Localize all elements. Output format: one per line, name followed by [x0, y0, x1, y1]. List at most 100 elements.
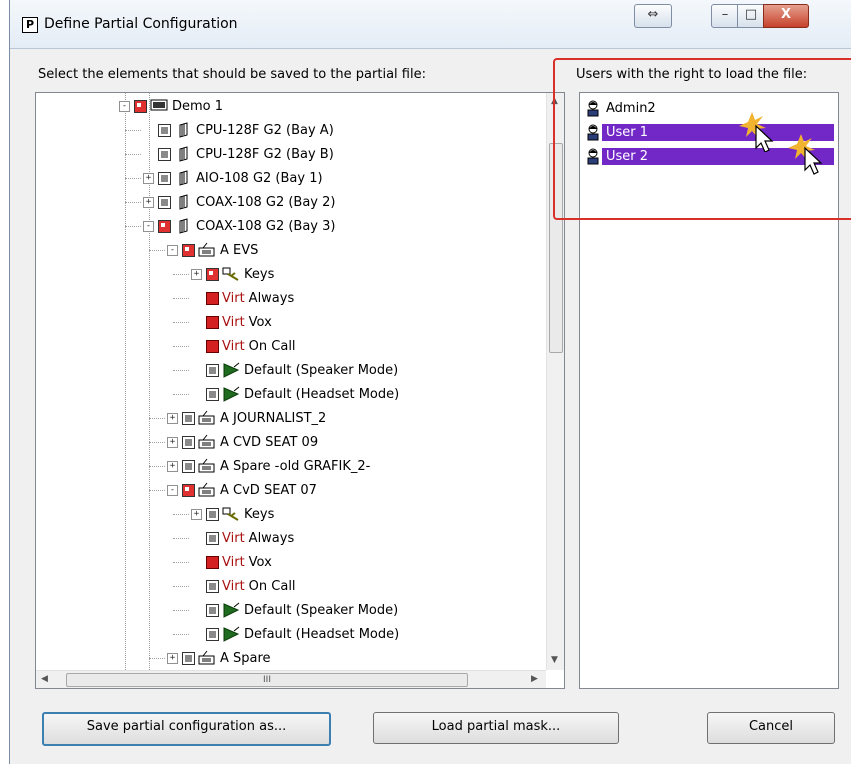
tree-item-label: CPU-128F G2 (Bay B) [196, 146, 334, 162]
expand-icon[interactable]: + [143, 196, 154, 208]
horizontal-scroll-thumb[interactable]: III [66, 673, 468, 687]
tree-checkbox[interactable] [206, 363, 219, 377]
element-tree[interactable]: - Demo 1 CPU-128F G2 (Bay A) CPU-128F G2 (B… [35, 92, 565, 689]
tree-row[interactable]: + A JOURNALIST_2 [167, 406, 326, 430]
tree-item-label: A Spare -old GRAFIK_2- [220, 458, 371, 474]
tree-row[interactable]: + A Spare [167, 646, 271, 670]
close-button[interactable]: X [763, 4, 809, 28]
tree-connector [173, 538, 189, 539]
tree-row[interactable]: Virt Always [191, 526, 294, 550]
tree-connector [125, 202, 141, 203]
tree-row[interactable]: CPU-128F G2 (Bay B) [143, 142, 334, 166]
tree-area[interactable]: - Demo 1 CPU-128F G2 (Bay A) CPU-128F G2 (B… [36, 93, 546, 670]
tree-checkbox[interactable] [134, 99, 147, 113]
tree-item-label: A CVD SEAT 09 [220, 434, 319, 450]
tree-connector [173, 610, 189, 611]
scroll-left-icon[interactable]: ◀ [41, 674, 48, 684]
tree-row[interactable]: Default (Speaker Mode) [191, 358, 398, 382]
tree-row[interactable]: Default (Headset Mode) [191, 382, 399, 406]
cancel-button[interactable]: Cancel [707, 712, 835, 744]
maximize-button[interactable]: □ [737, 4, 765, 28]
tree-row[interactable]: Virt Vox [191, 310, 272, 334]
tree-checkbox[interactable] [182, 435, 195, 449]
tree-checkbox[interactable] [206, 579, 219, 593]
tree-row[interactable]: - COAX-108 G2 (Bay 3) [143, 214, 335, 238]
virt-tag: Virt [222, 314, 245, 330]
tree-item-label: Default (Speaker Mode) [244, 362, 399, 378]
tree-row[interactable]: - A EVS [167, 238, 258, 262]
tree-row[interactable]: Virt Always [191, 286, 294, 310]
panel-icon [198, 410, 216, 426]
panel-icon [198, 434, 216, 450]
tree-checkbox[interactable] [182, 483, 195, 497]
tree-row[interactable]: Default (Headset Mode) [191, 622, 399, 646]
expand-icon[interactable]: + [167, 460, 178, 472]
tree-item-label: Vox [248, 554, 272, 570]
frame-icon [150, 98, 168, 114]
scroll-right-icon[interactable]: ▶ [531, 674, 538, 684]
collapse-icon[interactable]: - [119, 100, 130, 112]
cursor-click-icon [788, 134, 823, 175]
collapse-icon[interactable]: - [167, 244, 178, 256]
scroll-down-icon[interactable]: ▼ [551, 655, 558, 665]
load-mask-button[interactable]: Load partial mask... [373, 712, 619, 744]
tree-checkbox[interactable] [158, 219, 171, 233]
tree-checkbox[interactable] [182, 411, 195, 425]
tree-row[interactable]: + Keys [191, 262, 274, 286]
tree-checkbox[interactable] [158, 171, 171, 185]
tree-row[interactable]: Virt On Call [191, 574, 296, 598]
tree-checkbox[interactable] [206, 387, 219, 401]
expand-icon[interactable]: + [143, 172, 154, 184]
tree-checkbox[interactable] [182, 651, 195, 665]
tree-item-label: COAX-108 G2 (Bay 2) [196, 194, 336, 210]
tree-row[interactable]: + A Spare -old GRAFIK_2- [167, 454, 370, 478]
tree-connector [125, 178, 141, 179]
collapse-icon[interactable]: - [143, 220, 154, 232]
expand-icon[interactable]: + [167, 652, 178, 664]
tree-row[interactable]: + Keys [191, 502, 274, 526]
tree-checkbox[interactable] [206, 267, 219, 281]
expand-icon[interactable]: + [191, 508, 202, 520]
tree-checkbox[interactable] [206, 531, 219, 545]
minimize-button[interactable]: – [711, 4, 739, 28]
tree-checkbox[interactable] [182, 459, 195, 473]
tree-checkbox[interactable] [206, 627, 219, 641]
tree-row[interactable]: + AIO-108 G2 (Bay 1) [143, 166, 323, 190]
tree-connector [149, 490, 165, 491]
expand-icon[interactable]: + [167, 412, 178, 424]
expand-icon[interactable]: + [191, 268, 202, 280]
tree-row[interactable]: CPU-128F G2 (Bay A) [143, 118, 334, 142]
keys-icon [222, 506, 240, 522]
save-partial-button[interactable]: Save partial configuration as... [42, 712, 331, 746]
tree-item-label: Default (Headset Mode) [244, 626, 400, 642]
dock-button[interactable]: ⇔ [634, 4, 672, 28]
tree-checkbox[interactable] [206, 603, 219, 617]
tree-row[interactable]: + A CVD SEAT 09 [167, 430, 318, 454]
tree-connector [149, 658, 165, 659]
tree-checkbox[interactable] [206, 291, 219, 305]
expand-icon[interactable]: + [167, 436, 178, 448]
tree-row[interactable]: + COAX-108 G2 (Bay 2) [143, 190, 335, 214]
tree-item-label: A EVS [220, 242, 259, 258]
tree-checkbox[interactable] [158, 147, 171, 161]
collapse-icon[interactable]: - [167, 484, 178, 496]
tree-row[interactable]: Virt On Call [191, 334, 296, 358]
mode-icon [222, 602, 240, 618]
tree-connector [125, 130, 141, 131]
tree-guide [125, 93, 126, 670]
tree-row[interactable]: Virt Vox [191, 550, 272, 574]
tree-item-label: On Call [248, 578, 296, 594]
tree-checkbox[interactable] [206, 555, 219, 569]
title-bar[interactable]: P Define Partial Configuration ⇔ – □ X [10, 0, 851, 49]
tree-checkbox[interactable] [206, 507, 219, 521]
tree-checkbox[interactable] [182, 243, 195, 257]
tree-row[interactable]: - Demo 1 [119, 94, 223, 118]
tree-checkbox[interactable] [158, 123, 171, 137]
tree-row[interactable]: Default (Speaker Mode) [191, 598, 398, 622]
tree-row[interactable]: - A CvD SEAT 07 [167, 478, 317, 502]
tree-checkbox[interactable] [206, 339, 219, 353]
horizontal-scrollbar[interactable]: ◀ III ▶ [36, 670, 546, 688]
tree-checkbox[interactable] [206, 315, 219, 329]
tree-connector [149, 418, 165, 419]
tree-checkbox[interactable] [158, 195, 171, 209]
